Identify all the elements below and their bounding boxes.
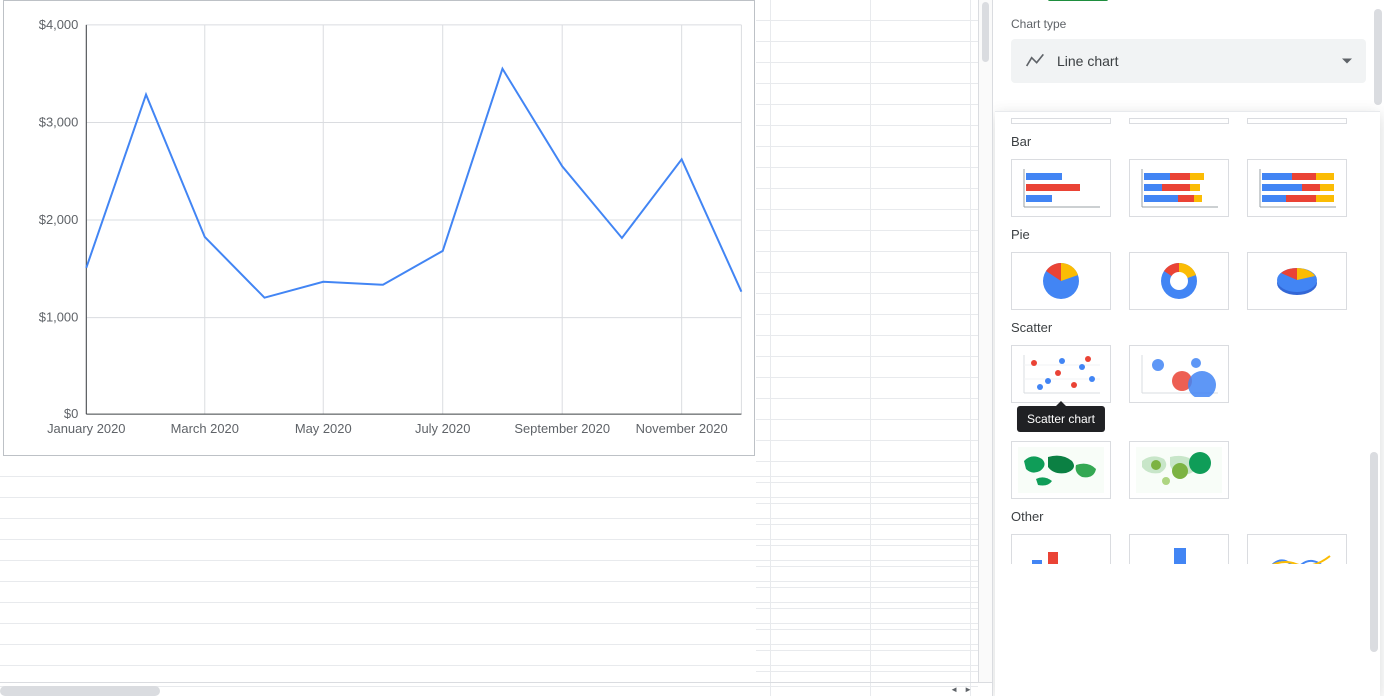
sheet-horizontal-scrollbar-thumb[interactable] <box>0 686 160 696</box>
chart-type-other-3[interactable] <box>1247 534 1347 564</box>
svg-text:$1,000: $1,000 <box>39 310 79 325</box>
chart-type-stacked-bar[interactable] <box>1129 159 1229 217</box>
chart-type-100-stacked-bar[interactable] <box>1247 159 1347 217</box>
embedded-chart[interactable]: $0 $1,000 $2,000 $3,000 $4,000 January 2… <box>3 0 755 456</box>
chart-type-geo-markers[interactable] <box>1129 441 1229 499</box>
chart-type-field-label: Chart type <box>1011 17 1366 31</box>
line-chart-icon <box>1025 51 1045 71</box>
chart-type-3d-pie[interactable] <box>1247 252 1347 310</box>
group-label-other: Other <box>1011 509 1364 524</box>
spreadsheet-area[interactable]: $0 $1,000 $2,000 $3,000 $4,000 January 2… <box>0 0 992 696</box>
svg-text:March 2020: March 2020 <box>171 421 239 436</box>
chart-editor-panel: Chart type Line chart Bar <box>992 0 1384 696</box>
svg-text:May 2020: May 2020 <box>295 421 352 436</box>
chart-series-line <box>86 69 741 298</box>
sheet-vertical-scrollbar[interactable] <box>978 0 992 682</box>
chart-type-doughnut[interactable] <box>1129 252 1229 310</box>
chart-type-scatter[interactable]: Scatter chart <box>1011 345 1111 403</box>
svg-text:$0: $0 <box>64 406 78 421</box>
svg-text:January 2020: January 2020 <box>47 421 125 436</box>
panel-scrollbar-thumb[interactable] <box>1374 9 1382 105</box>
chart-type-other-1[interactable] <box>1011 534 1111 564</box>
x-axis-labels: January 2020 March 2020 May 2020 July 20… <box>47 421 728 436</box>
chart-gridlines <box>86 25 741 414</box>
svg-text:November 2020: November 2020 <box>636 421 728 436</box>
tooltip-scatter-chart: Scatter chart <box>1017 406 1105 432</box>
svg-text:$2,000: $2,000 <box>39 212 79 227</box>
group-label-scatter: Scatter <box>1011 320 1364 335</box>
chevron-down-icon <box>1342 58 1352 63</box>
chart-type-geo[interactable] <box>1011 441 1111 499</box>
app-root: $0 $1,000 $2,000 $3,000 $4,000 January 2… <box>0 0 1384 696</box>
svg-text:$4,000: $4,000 <box>39 17 79 32</box>
svg-text:July 2020: July 2020 <box>415 421 470 436</box>
row-gridlines-below <box>0 456 978 682</box>
line-chart-svg: $0 $1,000 $2,000 $3,000 $4,000 January 2… <box>4 1 754 455</box>
sheet-vertical-scrollbar-thumb[interactable] <box>982 2 989 62</box>
chart-type-bubble[interactable] <box>1129 345 1229 403</box>
dropdown-scrollbar-thumb[interactable] <box>1370 452 1378 652</box>
chart-type-pie[interactable] <box>1011 252 1111 310</box>
y-axis-labels: $0 $1,000 $2,000 $3,000 $4,000 <box>39 17 79 421</box>
sheet-next-icon[interactable]: ► <box>964 685 972 694</box>
group-label-pie: Pie <box>1011 227 1364 242</box>
group-label-bar: Bar <box>1011 134 1364 149</box>
svg-text:September 2020: September 2020 <box>514 421 610 436</box>
chart-type-option[interactable] <box>1247 118 1347 124</box>
svg-text:$3,000: $3,000 <box>39 114 79 129</box>
chart-type-value: Line chart <box>1057 53 1118 69</box>
chart-type-select[interactable]: Line chart <box>1011 39 1366 83</box>
chart-type-option[interactable] <box>1129 118 1229 124</box>
sheet-prev-icon[interactable]: ◄ <box>950 685 958 694</box>
chart-type-option[interactable] <box>1011 118 1111 124</box>
chart-type-other-2[interactable] <box>1129 534 1229 564</box>
chart-type-bar[interactable] <box>1011 159 1111 217</box>
active-tab-indicator <box>1048 0 1108 1</box>
chart-type-dropdown: Bar <box>995 111 1380 696</box>
